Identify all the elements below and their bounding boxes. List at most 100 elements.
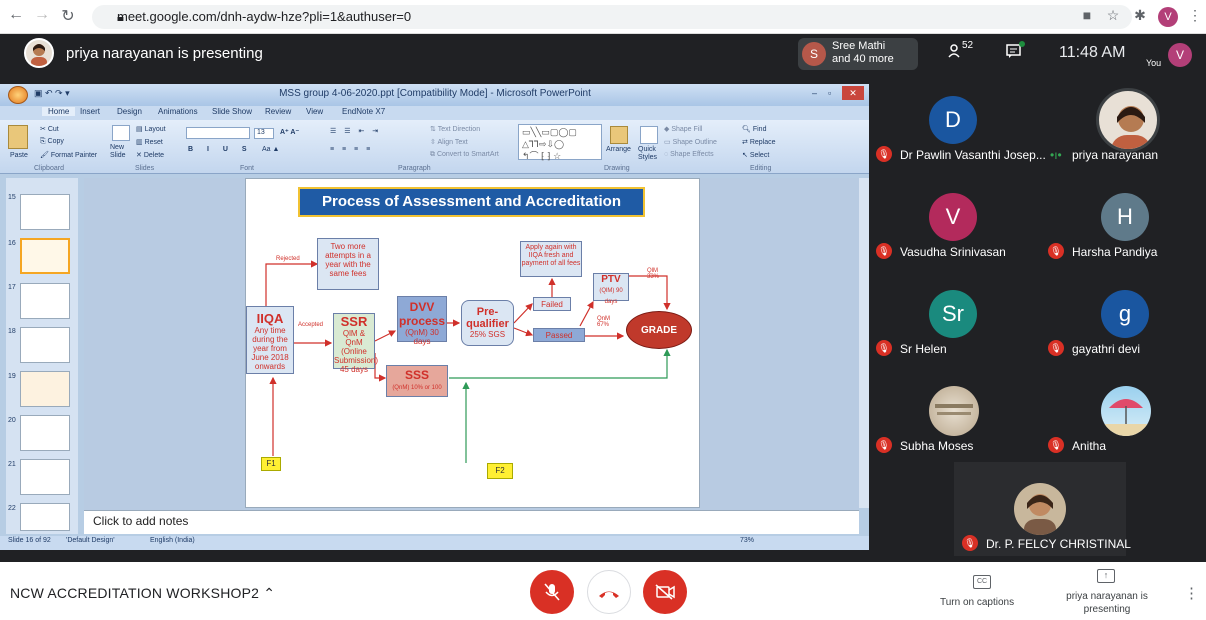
layout-button[interactable]: ▤ Layout bbox=[136, 125, 166, 133]
failed-box: Failed bbox=[533, 297, 571, 311]
quick-styles-button[interactable]: Quick Styles bbox=[638, 146, 660, 162]
more-options-icon[interactable]: ⋮ bbox=[1184, 584, 1199, 602]
replace-button[interactable]: ⇄ Replace bbox=[742, 138, 776, 146]
slide-thumbnail[interactable] bbox=[20, 194, 70, 230]
reload-icon[interactable]: ↻ bbox=[58, 6, 78, 26]
participant-name: priya narayanan bbox=[1072, 148, 1159, 162]
star-icon[interactable]: ☆ bbox=[1104, 7, 1122, 24]
participant-name: Anitha bbox=[1072, 439, 1107, 453]
font-format-buttons[interactable]: B I U S bbox=[188, 146, 253, 153]
office-button-icon[interactable] bbox=[8, 86, 28, 104]
shapes-gallery[interactable]: ▭╲╲▭▢◯▢ △⅂⅂⇨⇩◯ ↰⌒ ⁅ ⁆ ☆ bbox=[518, 124, 602, 161]
font-name-field[interactable] bbox=[186, 127, 250, 139]
align-buttons[interactable]: ≡ ≡ ≡ ≡ bbox=[330, 146, 373, 153]
participant-name: Dr Pawlin Vasanthi Josep... bbox=[900, 148, 1046, 162]
people-count: 52 bbox=[962, 40, 974, 51]
back-icon[interactable]: ← bbox=[6, 6, 26, 24]
slide-thumbnail[interactable] bbox=[20, 503, 70, 531]
zoom-level[interactable]: 73% bbox=[740, 537, 754, 544]
paste-label[interactable]: Paste bbox=[10, 152, 28, 159]
participant-name: Dr. P. FELCY CHRISTINAL bbox=[986, 537, 1131, 551]
shape-effects-button[interactable]: ◌ Shape Effects bbox=[664, 151, 714, 158]
close-window-icon[interactable]: ✕ bbox=[842, 86, 864, 100]
reset-button[interactable]: ▥ Reset bbox=[136, 138, 163, 146]
grow-font-icon[interactable]: A⁺ A⁻ bbox=[280, 128, 299, 136]
presenting-label[interactable]: priya narayanan is presenting bbox=[1062, 590, 1152, 616]
quick-access-icon[interactable]: ▣ ↶ ↷ ▾ bbox=[34, 88, 70, 99]
format-painter-button[interactable]: 🖌︎ Format Painter bbox=[40, 151, 97, 159]
participant-avatar-photo bbox=[1096, 88, 1160, 152]
shape-fill-button[interactable]: ◆ Shape Fill bbox=[664, 125, 702, 133]
list-buttons[interactable]: ☰ ☰ ⇤ ⇥ bbox=[330, 127, 381, 135]
new-slide-button[interactable]: New Slide bbox=[110, 144, 136, 160]
profile-avatar[interactable]: V bbox=[1158, 7, 1178, 27]
paste-icon[interactable] bbox=[8, 125, 28, 149]
font-color-icon[interactable]: Aa ▲ bbox=[262, 146, 279, 153]
muted-mic-icon: 🎙︎ bbox=[962, 535, 978, 551]
captions-button-label[interactable]: Turn on captions bbox=[940, 597, 1014, 608]
muted-mic-icon: 🎙︎ bbox=[876, 243, 892, 259]
participant-chip-line2: and 40 more bbox=[832, 53, 894, 65]
camera-indicator-icon[interactable]: ■ bbox=[1078, 7, 1096, 23]
leave-call-button[interactable] bbox=[587, 570, 631, 614]
meeting-name[interactable]: NCW ACCREDITATION WORKSHOP2 ⌃ bbox=[10, 585, 275, 602]
find-button[interactable]: 🔍︎ Find bbox=[742, 125, 766, 133]
sss-box: SSS (QnM) 10% or 100 bbox=[386, 365, 448, 397]
vertical-scrollbar[interactable] bbox=[859, 178, 869, 508]
ribbon-tab-slide-show[interactable]: Slide Show bbox=[212, 107, 252, 116]
select-button[interactable]: ↖ Select bbox=[742, 151, 769, 159]
rejected-box: Two more attempts in a year with the sam… bbox=[317, 238, 379, 290]
ribbon-tab-insert[interactable]: Insert bbox=[80, 107, 100, 116]
ribbon-tab-review[interactable]: Review bbox=[265, 107, 291, 116]
address-bar[interactable]: 🔒︎ meet.google.com/dnh-aydw-hze?pli=1&au… bbox=[92, 5, 1132, 29]
quick-styles-icon[interactable] bbox=[640, 126, 658, 144]
self-avatar[interactable]: V bbox=[1168, 43, 1192, 67]
present-icon[interactable]: ↑ bbox=[1097, 569, 1115, 583]
font-group-label: Font bbox=[240, 165, 255, 172]
mic-off-button[interactable] bbox=[530, 570, 574, 614]
thumb-number: 21 bbox=[8, 461, 16, 468]
font-size-field[interactable]: 13 bbox=[254, 128, 274, 139]
arrange-button[interactable]: Arrange bbox=[606, 146, 631, 153]
arrange-icon[interactable] bbox=[610, 126, 628, 144]
slide-thumbnail[interactable] bbox=[20, 415, 70, 451]
align-text-button[interactable]: ⇳ Align Text bbox=[430, 138, 468, 146]
new-slide-icon[interactable] bbox=[112, 125, 130, 141]
slide-thumbnail[interactable] bbox=[20, 371, 70, 407]
forward-icon[interactable]: → bbox=[32, 6, 52, 24]
url-text: meet.google.com/dnh-aydw-hze?pli=1&authu… bbox=[117, 9, 412, 24]
rejected-label: Rejected bbox=[276, 256, 300, 262]
delete-button[interactable]: ✕ Delete bbox=[136, 151, 164, 159]
browser-menu-icon[interactable]: ⋮ bbox=[1186, 7, 1204, 24]
extensions-icon[interactable]: ✱ bbox=[1131, 7, 1149, 24]
paragraph-group-label: Paragraph bbox=[398, 165, 431, 172]
convert-smartart-button[interactable]: ⧉ Convert to SmartArt bbox=[430, 151, 499, 159]
captions-icon[interactable]: CC bbox=[973, 575, 991, 589]
slide-thumbnail[interactable] bbox=[20, 327, 70, 363]
ribbon-tab-design[interactable]: Design bbox=[117, 107, 142, 116]
ribbon-tab-endnote[interactable]: EndNote X7 bbox=[342, 107, 385, 116]
copy-button[interactable]: ⎘ Copy bbox=[40, 138, 64, 146]
dvv-title: DVV process bbox=[398, 300, 446, 328]
meeting-clock: 11:48 AM bbox=[1059, 44, 1126, 61]
notes-pane[interactable] bbox=[84, 510, 859, 534]
ssr-text: QlM & QnM (Online Submission) 45 days bbox=[334, 329, 379, 374]
participant-avatar: V bbox=[929, 193, 977, 241]
ssr-box: SSR QlM & QnM (Online Submission) 45 days bbox=[333, 313, 378, 374]
chevron-up-icon: ⌃ bbox=[263, 585, 276, 601]
camera-off-button[interactable] bbox=[643, 570, 687, 614]
muted-mic-icon: 🎙︎ bbox=[1048, 340, 1064, 356]
ribbon-tab-view[interactable]: View bbox=[306, 107, 323, 116]
text-direction-button[interactable]: ⇅ Text Direction bbox=[430, 125, 480, 133]
minimize-icon[interactable]: – bbox=[812, 88, 817, 98]
shape-outline-button[interactable]: ▭ Shape Outline bbox=[664, 138, 717, 146]
maximize-icon[interactable]: ▫ bbox=[828, 88, 831, 98]
slide-thumbnail[interactable] bbox=[20, 283, 70, 319]
passed-box: Passed bbox=[533, 328, 585, 342]
slide-thumbnail[interactable] bbox=[20, 459, 70, 495]
ribbon-tab-animations[interactable]: Animations bbox=[158, 107, 198, 116]
slide-thumbnail-selected[interactable] bbox=[20, 238, 70, 274]
ribbon-tab-home[interactable]: Home bbox=[42, 107, 76, 116]
chat-icon[interactable] bbox=[1006, 44, 1022, 64]
cut-button[interactable]: ✂ Cut bbox=[40, 125, 59, 133]
